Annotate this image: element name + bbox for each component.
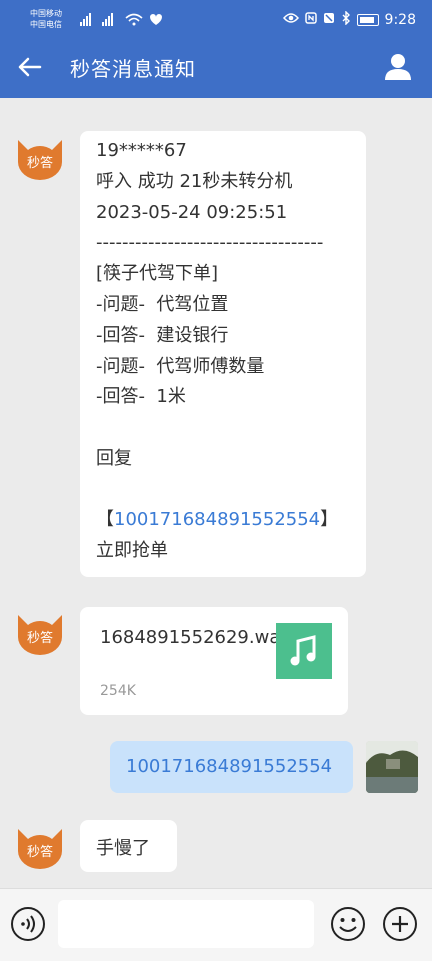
- status-right: 9:28: [282, 10, 416, 29]
- input-bar: [0, 888, 432, 961]
- bot-avatar[interactable]: 秒答: [16, 136, 64, 180]
- grab-order-label: 立即抢单: [96, 540, 168, 561]
- user-avatar[interactable]: [366, 741, 418, 793]
- carrier-labels: 中国移动 中国电信: [30, 8, 62, 30]
- eye-icon: [282, 12, 299, 28]
- message-input[interactable]: [58, 900, 314, 948]
- message-text: 19*****67 呼入 成功 21秒未转分机 2023-05-24 09:25…: [96, 140, 324, 469]
- outgoing-message-text: 100171684891552554: [126, 756, 333, 777]
- carrier-1: 中国移动: [30, 9, 62, 18]
- outgoing-message-bubble[interactable]: 100171684891552554: [110, 741, 353, 793]
- reply-code-line: 【100171684891552554】: [96, 505, 358, 535]
- chat-area[interactable]: 秒答 19*****67 呼入 成功 21秒未转分机 2023-05-24 09…: [0, 98, 432, 888]
- voice-icon[interactable]: [10, 906, 46, 942]
- avatar-label: 秒答: [27, 844, 53, 860]
- title-bar: 秒答消息通知: [0, 40, 432, 98]
- back-arrow-icon[interactable]: [14, 52, 44, 82]
- file-size: 254K: [100, 683, 136, 699]
- music-note-icon: [276, 623, 332, 679]
- reply-code-link[interactable]: 100171684891552554: [114, 509, 320, 530]
- bot-avatar[interactable]: 秒答: [16, 825, 64, 869]
- battery-icon: [356, 14, 379, 26]
- avatar-label: 秒答: [27, 155, 53, 171]
- mute-icon: [323, 12, 335, 28]
- page-title: 秒答消息通知: [70, 57, 196, 81]
- profile-icon[interactable]: [384, 52, 412, 82]
- bluetooth-icon: [341, 10, 351, 29]
- status-bar: 中国移动 中国电信 9:28: [0, 0, 432, 40]
- bracket-open: 【: [96, 509, 114, 530]
- carrier-2: 中国电信: [30, 20, 62, 29]
- message-text: 手慢了: [96, 838, 150, 859]
- bracket-close: 】: [320, 509, 339, 530]
- file-message-bubble[interactable]: 1684891552629.wav 254K: [80, 607, 348, 715]
- message-bubble[interactable]: 手慢了: [80, 820, 177, 872]
- nfc-icon: [304, 12, 317, 28]
- avatar-label: 秒答: [27, 630, 53, 646]
- emoji-icon[interactable]: [330, 906, 366, 942]
- bot-avatar[interactable]: 秒答: [16, 611, 64, 655]
- file-name: 1684891552629.wav: [100, 627, 292, 648]
- clock: 9:28: [384, 12, 416, 28]
- message-bubble[interactable]: 19*****67 呼入 成功 21秒未转分机 2023-05-24 09:25…: [80, 131, 366, 577]
- signal-icon: [80, 12, 166, 31]
- plus-icon[interactable]: [382, 906, 418, 942]
